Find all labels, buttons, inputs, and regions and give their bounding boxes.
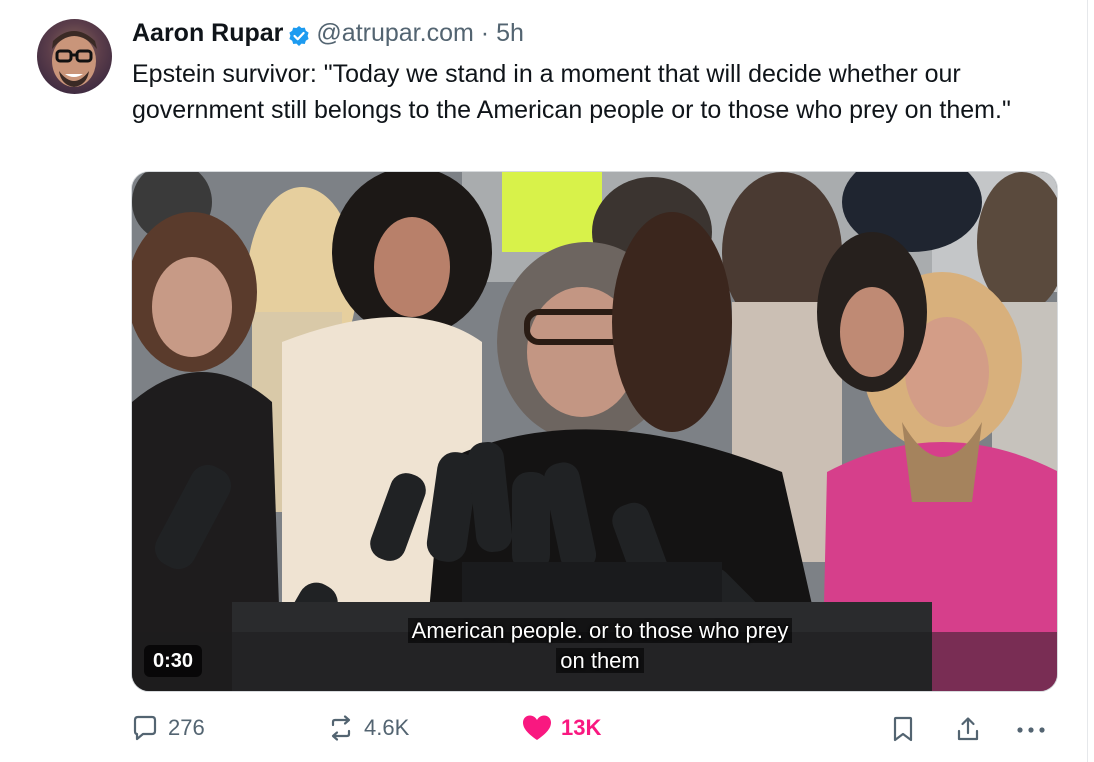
more-icon[interactable]	[1015, 716, 1047, 742]
bookmark-icon[interactable]	[891, 716, 915, 742]
video-caption: American people. or to those who prey on…	[365, 616, 835, 676]
timestamp[interactable]: 5h	[496, 16, 524, 50]
caption-line-1: American people. or to those who prey	[407, 618, 793, 643]
like-button[interactable]: 13K	[522, 708, 601, 748]
tweet-text: Epstein survivor: "Today we stand in a m…	[132, 60, 1011, 124]
author-name[interactable]: Aaron Rupar	[132, 16, 283, 50]
verified-badge-icon	[288, 22, 310, 46]
tweet-header: Aaron Rupar @atrupar.com · 5h	[132, 16, 524, 50]
reply-count: 276	[168, 715, 205, 740]
share-icon[interactable]	[955, 716, 981, 742]
repost-icon	[331, 715, 351, 741]
author-handle[interactable]: @atrupar.com	[316, 16, 473, 50]
reply-button[interactable]: 276	[131, 708, 205, 748]
like-count: 13K	[561, 715, 602, 740]
video-player[interactable]: American people. or to those who prey on…	[131, 171, 1058, 692]
tweet-card[interactable]: Aaron Rupar @atrupar.com · 5h Epstein su…	[0, 0, 1088, 762]
video-duration: 0:30	[144, 645, 203, 677]
separator-dot: ·	[480, 19, 490, 47]
repost-count: 4.6K	[364, 715, 410, 740]
heart-icon	[523, 715, 551, 740]
reply-icon	[133, 715, 157, 741]
caption-line-2: on them	[556, 648, 644, 673]
avatar[interactable]	[37, 19, 112, 94]
repost-button[interactable]: 4.6K	[327, 708, 409, 748]
video-frame	[132, 172, 1057, 691]
action-bar: 276 4.6K 13K	[0, 708, 1087, 748]
